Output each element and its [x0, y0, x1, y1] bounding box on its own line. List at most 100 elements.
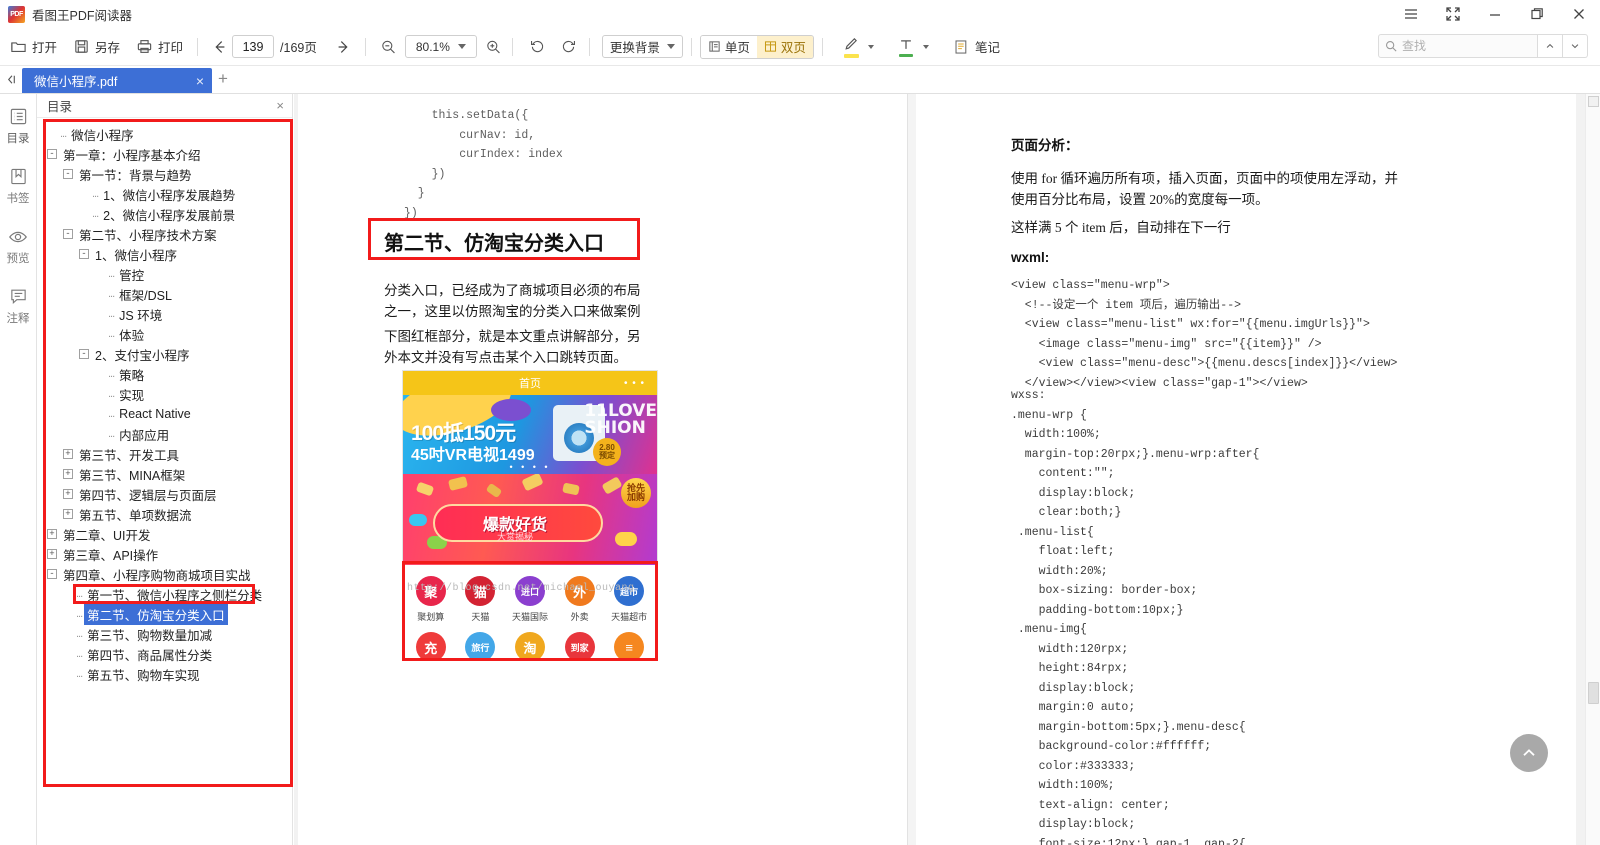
- close-tab-icon[interactable]: ×: [196, 73, 204, 89]
- prev-page-button[interactable]: [206, 34, 232, 60]
- leaf-node-marker: [63, 649, 73, 659]
- category-cell: 到家到家: [555, 628, 605, 661]
- collapse-node-icon[interactable]: -: [79, 249, 89, 259]
- fullscreen-icon[interactable]: [1432, 0, 1474, 28]
- outline-node[interactable]: ...第三节、购物数量加减: [37, 624, 292, 644]
- collapse-node-icon[interactable]: -: [63, 169, 73, 179]
- expand-node-icon[interactable]: +: [63, 469, 73, 479]
- next-page-button[interactable]: [331, 34, 357, 60]
- outline-node[interactable]: ...框架/DSL: [37, 284, 292, 304]
- text-tool-button[interactable]: [892, 33, 935, 61]
- outline-node[interactable]: +第三节、开发工具: [37, 444, 292, 464]
- double-page-button[interactable]: 双页: [757, 36, 813, 58]
- leaf-node-marker: [95, 389, 105, 399]
- zoom-in-button[interactable]: [483, 33, 504, 61]
- highlight-tool-button[interactable]: [837, 33, 880, 61]
- category-icon: 淘: [515, 632, 545, 661]
- outline-node[interactable]: ...实现: [37, 384, 292, 404]
- phone-category-grid: 聚聚划算猫天猫进口天猫国际外外卖超市天猫超市 充充值中心旅行阿里旅行淘领金币到家…: [403, 565, 657, 661]
- category-icon: 旅行: [465, 632, 495, 661]
- zoom-level-select[interactable]: 80.1%: [405, 35, 477, 58]
- minimize-icon[interactable]: [1474, 0, 1516, 28]
- outline-node[interactable]: -第二节、小程序技术方案: [37, 224, 292, 244]
- expand-node-icon[interactable]: +: [47, 529, 57, 539]
- single-page-button[interactable]: 单页: [701, 36, 757, 58]
- document-viewport[interactable]: this.setData({ curNav: id, curIndex: ind…: [294, 94, 1600, 845]
- back-to-top-button[interactable]: [1510, 734, 1548, 772]
- outline-node[interactable]: ...管控: [37, 264, 292, 284]
- sidebar-item-preview[interactable]: 预览: [0, 226, 37, 266]
- open-button[interactable]: 打开: [4, 33, 63, 61]
- outline-node[interactable]: ...第四节、商品属性分类: [37, 644, 292, 664]
- tree-connector: ...: [76, 668, 82, 680]
- outline-node[interactable]: -1、微信小程序: [37, 244, 292, 264]
- outline-node[interactable]: +第四节、逻辑层与页面层: [37, 484, 292, 504]
- chevron-down-icon[interactable]: [868, 45, 874, 49]
- document-scrollbar[interactable]: [1585, 94, 1600, 845]
- outline-node[interactable]: ...第一节、微信小程序之侧栏分类: [37, 584, 292, 604]
- outline-node[interactable]: ...微信小程序: [37, 124, 292, 144]
- collapse-node-icon[interactable]: -: [47, 569, 57, 579]
- outline-node-label: 第四节、商品属性分类: [84, 644, 215, 665]
- collapse-tabs-button[interactable]: [0, 65, 22, 93]
- outline-node[interactable]: -2、支付宝小程序: [37, 344, 292, 364]
- outline-node-label: 1、微信小程序: [92, 244, 180, 265]
- search-prev-button[interactable]: [1538, 34, 1563, 58]
- expand-node-icon[interactable]: +: [63, 449, 73, 459]
- outline-node[interactable]: -第一章：小程序基本介绍: [37, 144, 292, 164]
- maximize-icon[interactable]: [1516, 0, 1558, 28]
- toolbar-divider-6: [822, 38, 823, 56]
- notes-button[interactable]: 笔记: [947, 33, 1006, 61]
- rotate-right-button[interactable]: [556, 33, 581, 61]
- open-label: 打开: [32, 37, 57, 56]
- search-box[interactable]: [1378, 34, 1538, 58]
- page-number-input[interactable]: [232, 35, 274, 58]
- collapse-node-icon[interactable]: -: [79, 349, 89, 359]
- expand-node-icon[interactable]: +: [47, 549, 57, 559]
- sidebar-item-outline[interactable]: 目录: [0, 106, 37, 146]
- phone-nav-bar: 首页 • • •: [403, 371, 657, 395]
- search-input[interactable]: [1402, 39, 1532, 53]
- rotate-left-button[interactable]: [525, 33, 550, 61]
- sidebar-item-bookmark[interactable]: 书签: [0, 166, 37, 206]
- phone-nav-title: 首页: [519, 375, 541, 391]
- menu-icon[interactable]: [1390, 0, 1432, 28]
- expand-node-icon[interactable]: +: [63, 489, 73, 499]
- close-icon[interactable]: [1558, 0, 1600, 28]
- collapse-node-icon[interactable]: -: [63, 229, 73, 239]
- chevron-down-icon[interactable]: [923, 45, 929, 49]
- zoom-out-button[interactable]: [378, 33, 399, 61]
- outline-node[interactable]: ...React Native: [37, 404, 292, 424]
- outline-node[interactable]: ...第五节、购物车实现: [37, 664, 292, 684]
- outline-tree[interactable]: ...微信小程序-第一章：小程序基本介绍-第一节：背景与趋势...1、微信小程序…: [37, 118, 292, 845]
- outline-node[interactable]: ...策略: [37, 364, 292, 384]
- change-background-button[interactable]: 更换背景: [602, 35, 683, 58]
- outline-node[interactable]: ...2、微信小程序发展前景: [37, 204, 292, 224]
- outline-node[interactable]: ...体验: [37, 324, 292, 344]
- outline-node[interactable]: ...内部应用: [37, 424, 292, 444]
- saveas-button[interactable]: 另存: [67, 33, 126, 61]
- sidebar-item-annotation[interactable]: 注释: [0, 286, 37, 326]
- print-button[interactable]: 打印: [130, 33, 189, 61]
- outline-node[interactable]: -第一节：背景与趋势: [37, 164, 292, 184]
- search-next-button[interactable]: [1563, 34, 1588, 58]
- right-page-analysis-heading: 页面分析：: [1011, 134, 1079, 154]
- outline-node[interactable]: +第二章、UI开发: [37, 524, 292, 544]
- outline-node[interactable]: +第三节、MINA框架: [37, 464, 292, 484]
- outline-node[interactable]: ...JS 环境: [37, 304, 292, 324]
- outline-node[interactable]: ...第二节、仿淘宝分类入口: [37, 604, 292, 624]
- expand-node-icon[interactable]: +: [63, 509, 73, 519]
- new-tab-button[interactable]: +: [212, 65, 234, 93]
- collapse-node-icon[interactable]: -: [47, 149, 57, 159]
- outline-node-label: 2、微信小程序发展前景: [100, 204, 238, 225]
- close-outline-icon[interactable]: ×: [276, 98, 284, 113]
- outline-node[interactable]: -第四章、小程序购物商城项目实战: [37, 564, 292, 584]
- outline-node[interactable]: +第三章、API操作: [37, 544, 292, 564]
- banner-pager-dots: • • • •: [509, 462, 550, 472]
- scroll-up-button[interactable]: [1588, 96, 1599, 107]
- outline-node[interactable]: +第五节、单项数据流: [37, 504, 292, 524]
- outline-node[interactable]: ...1、微信小程序发展趋势: [37, 184, 292, 204]
- document-tab[interactable]: 微信小程序.pdf ×: [22, 68, 212, 93]
- scrollbar-thumb[interactable]: [1588, 682, 1599, 704]
- phone-nav-dots: • • •: [624, 378, 645, 389]
